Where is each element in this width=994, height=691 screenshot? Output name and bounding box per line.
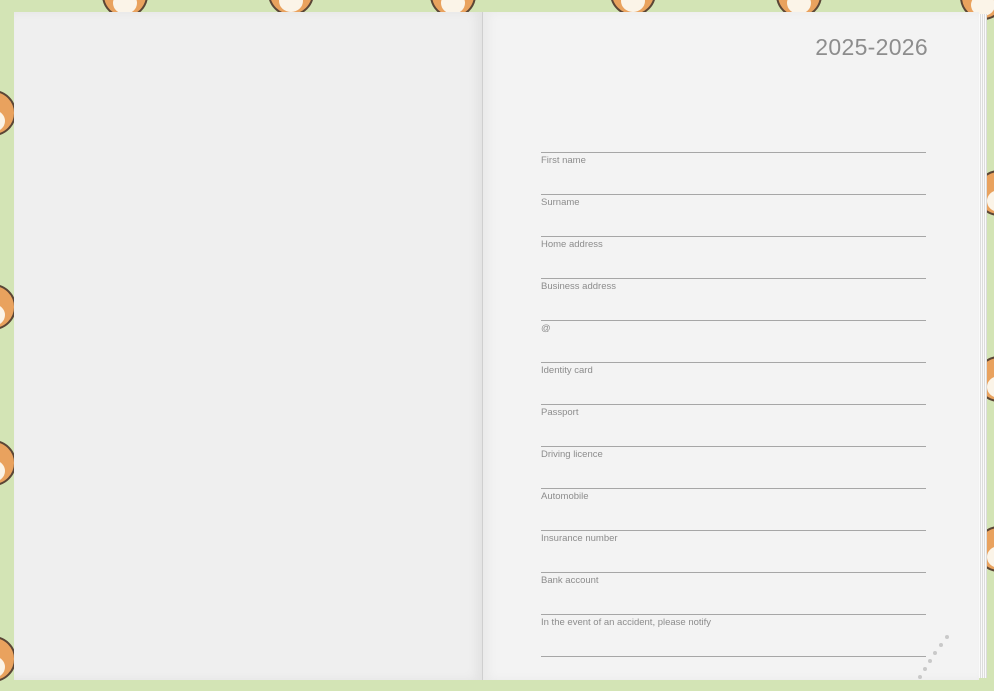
- field-label: Driving licence: [541, 449, 603, 460]
- field-rule: [541, 404, 926, 405]
- email-field[interactable]: @: [541, 320, 926, 362]
- bookmark-cord-bead: [939, 643, 943, 647]
- field-rule: [541, 278, 926, 279]
- field-label: Insurance number: [541, 533, 618, 544]
- field-label: Business address: [541, 281, 616, 292]
- field-label: Passport: [541, 407, 579, 418]
- field-label: Identity card: [541, 365, 593, 376]
- planner-year: 2025-2026: [815, 34, 928, 60]
- field-rule: [541, 362, 926, 363]
- driving-licence-field[interactable]: Driving licence: [541, 446, 926, 488]
- automobile-field[interactable]: Automobile: [541, 488, 926, 530]
- right-page: 2025-2026 First name Surname Home addres…: [483, 12, 979, 680]
- emergency-contact-field[interactable]: In the event of an accident, please noti…: [541, 614, 926, 656]
- field-rule: [541, 236, 926, 237]
- first-name-field[interactable]: First name: [541, 152, 926, 194]
- home-address-field[interactable]: Home address: [541, 236, 926, 278]
- field-rule: [541, 320, 926, 321]
- field-rule: [541, 614, 926, 615]
- field-rule: [541, 152, 926, 153]
- field-rule: [541, 572, 926, 573]
- field-label: Automobile: [541, 491, 589, 502]
- identity-card-field[interactable]: Identity card: [541, 362, 926, 404]
- surname-field[interactable]: Surname: [541, 194, 926, 236]
- field-rule: [541, 656, 926, 657]
- left-page: [14, 12, 483, 680]
- field-label: Bank account: [541, 575, 599, 586]
- field-label: First name: [541, 155, 586, 166]
- field-label: Home address: [541, 239, 603, 250]
- field-label: In the event of an accident, please noti…: [541, 617, 712, 628]
- field-label: Surname: [541, 197, 580, 208]
- passport-field[interactable]: Passport: [541, 404, 926, 446]
- page-stack-edge: [979, 14, 987, 678]
- bookmark-cord-bead: [945, 635, 949, 639]
- bookmark-cord-bead: [923, 667, 927, 671]
- field-rule: [541, 488, 926, 489]
- field-label: @: [541, 323, 551, 334]
- bookmark-cord-bead: [918, 675, 922, 679]
- business-address-field[interactable]: Business address: [541, 278, 926, 320]
- insurance-number-field[interactable]: Insurance number: [541, 530, 926, 572]
- field-rule: [541, 194, 926, 195]
- field-rule: [541, 530, 926, 531]
- field-rule: [541, 446, 926, 447]
- bookmark-cord-bead: [928, 659, 932, 663]
- bank-account-field[interactable]: Bank account: [541, 572, 926, 614]
- bookmark-cord-bead: [933, 651, 937, 655]
